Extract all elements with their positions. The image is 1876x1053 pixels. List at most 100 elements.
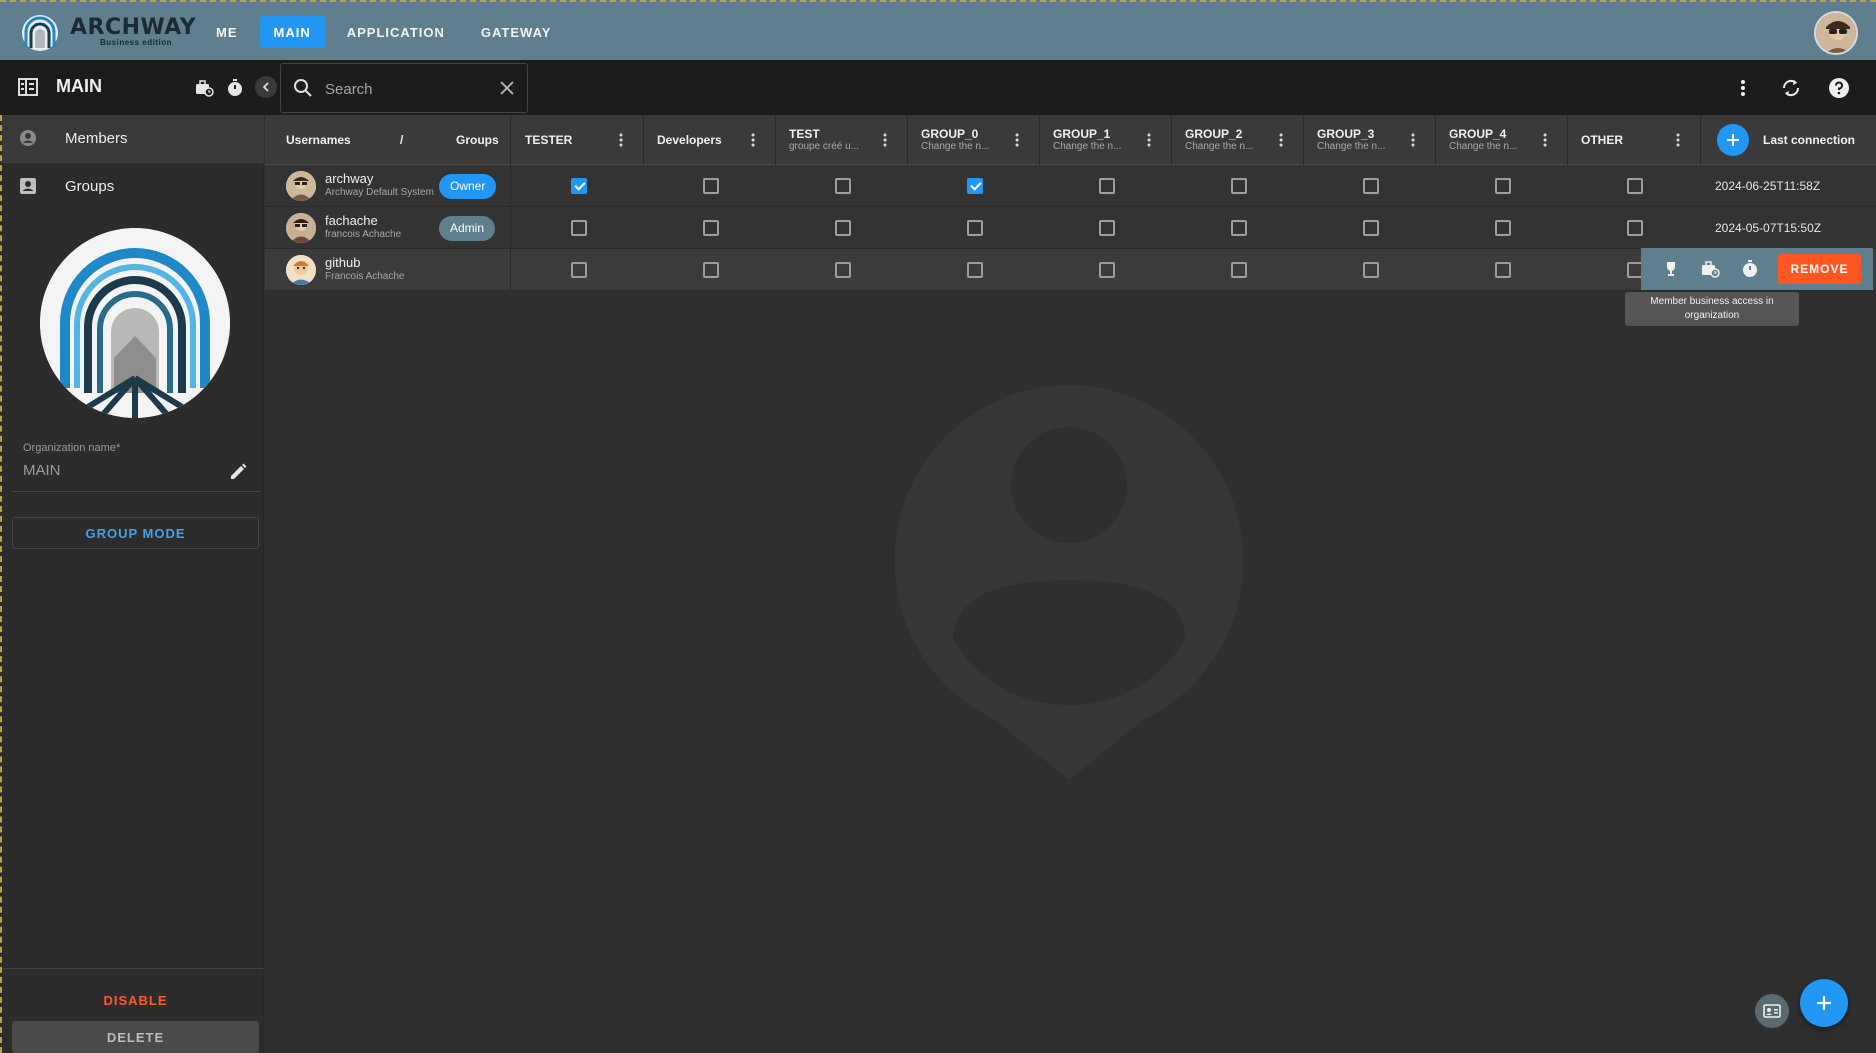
column-header-other[interactable]: OTHER	[1568, 115, 1701, 165]
tab-gateway[interactable]: GATEWAY	[467, 16, 566, 48]
membership-checkbox[interactable]	[1231, 262, 1247, 278]
column-menu-icon[interactable]	[877, 132, 893, 148]
business-access-icon[interactable]	[1700, 259, 1720, 279]
column-menu-icon[interactable]	[1009, 132, 1025, 148]
collapse-sidebar-button[interactable]	[255, 76, 277, 98]
column-menu-icon[interactable]	[745, 132, 761, 148]
tab-me[interactable]: ME	[202, 16, 252, 48]
member-cell: archway Archway Default System Owner	[265, 165, 511, 207]
membership-checkbox[interactable]	[703, 262, 719, 278]
column-menu-icon[interactable]	[1537, 132, 1553, 148]
table-row[interactable]: github Francois Achache	[265, 249, 1876, 291]
timer-icon[interactable]	[225, 78, 245, 98]
clear-search-icon[interactable]	[499, 80, 515, 96]
membership-checkbox[interactable]	[1231, 178, 1247, 194]
membership-checkbox[interactable]	[967, 220, 983, 236]
group-mode-button[interactable]: GROUP MODE	[12, 517, 259, 549]
search-input[interactable]	[325, 78, 495, 100]
table-row[interactable]: fachache francois Achache Admin 2024-05-…	[265, 207, 1876, 249]
column-header-group-4[interactable]: GROUP_4 Change the n...	[1436, 115, 1568, 165]
add-group-button[interactable]	[1717, 124, 1749, 156]
column-header-groups: Groups	[456, 133, 499, 147]
brand: ARCHWAY Business edition	[70, 15, 197, 48]
column-header-developers[interactable]: Developers	[644, 115, 776, 165]
membership-checkbox[interactable]	[835, 178, 851, 194]
column-header-group-1[interactable]: GROUP_1 Change the n...	[1040, 115, 1172, 165]
sidebar-item-members[interactable]: Members	[2, 115, 264, 163]
membership-checkbox[interactable]	[703, 220, 719, 236]
role-badge-owner[interactable]: Owner	[439, 174, 497, 199]
membership-checkbox[interactable]	[1495, 220, 1511, 236]
column-header-tester[interactable]: TESTER	[512, 115, 644, 165]
sidebar: Members Groups Organization name* MAIN G…	[0, 115, 264, 1053]
sidebar-item-groups[interactable]: Groups	[2, 163, 264, 211]
column-menu-icon[interactable]	[1141, 132, 1157, 148]
membership-checkbox[interactable]	[967, 262, 983, 278]
disable-button[interactable]: DISABLE	[12, 985, 259, 1015]
search-icon	[293, 78, 313, 98]
archway-logo-icon[interactable]	[20, 14, 60, 52]
group-name: Developers	[657, 133, 722, 147]
member-username: fachache	[325, 213, 378, 228]
membership-checkbox[interactable]	[1495, 262, 1511, 278]
add-member-button[interactable]	[1800, 979, 1848, 1027]
tab-application[interactable]: APPLICATION	[333, 16, 459, 48]
tab-main[interactable]: MAIN	[259, 16, 325, 48]
main-nav: ME MAIN APPLICATION GATEWAY	[202, 16, 565, 48]
organization-logo[interactable]	[40, 228, 230, 418]
column-header-test[interactable]: TEST groupe créé u...	[776, 115, 908, 165]
member-description: Archway Default System	[325, 187, 434, 198]
page-title: MAIN	[56, 76, 102, 96]
user-avatar[interactable]	[1814, 11, 1858, 55]
membership-checkbox[interactable]	[571, 220, 587, 236]
column-header-last-connection: Last connection	[1763, 133, 1856, 147]
avatar	[286, 213, 316, 243]
timer-icon[interactable]	[1740, 259, 1760, 279]
column-header-group-2[interactable]: GROUP_2 Change the n...	[1172, 115, 1304, 165]
membership-checkbox[interactable]	[1099, 178, 1115, 194]
trophy-icon[interactable]	[1661, 259, 1681, 279]
membership-checkbox[interactable]	[1231, 220, 1247, 236]
domain-icon	[18, 78, 38, 96]
column-menu-icon[interactable]	[1273, 132, 1289, 148]
group-description: Change the n...	[1449, 141, 1518, 152]
membership-checkbox[interactable]	[1363, 220, 1379, 236]
column-header-separator: /	[400, 133, 404, 147]
membership-checkbox[interactable]	[835, 262, 851, 278]
group-name: GROUP_1	[1053, 127, 1111, 141]
membership-checkbox[interactable]	[1627, 178, 1643, 194]
column-header-group-3[interactable]: GROUP_3 Change the n...	[1304, 115, 1436, 165]
membership-checkbox[interactable]	[1363, 178, 1379, 194]
column-menu-icon[interactable]	[1405, 132, 1421, 148]
more-vert-icon[interactable]	[1730, 75, 1756, 101]
help-icon[interactable]	[1826, 75, 1852, 101]
membership-checkbox[interactable]	[835, 220, 851, 236]
brand-name: ARCHWAY	[70, 15, 197, 40]
delete-button[interactable]: DELETE	[12, 1021, 259, 1053]
membership-checkbox[interactable]	[967, 178, 983, 194]
edit-icon[interactable]	[228, 462, 248, 482]
membership-checkbox[interactable]	[1495, 178, 1511, 194]
membership-checkbox[interactable]	[571, 178, 587, 194]
membership-checkbox[interactable]	[1627, 220, 1643, 236]
contact-card-button[interactable]	[1755, 994, 1789, 1028]
refresh-icon[interactable]	[1778, 75, 1804, 101]
business-access-icon[interactable]	[194, 78, 214, 98]
member-username: archway	[325, 171, 374, 186]
empty-profile-watermark-icon	[893, 385, 1245, 780]
remove-member-button[interactable]: REMOVE	[1778, 254, 1861, 284]
membership-checkbox[interactable]	[1099, 220, 1115, 236]
sidebar-item-label: Members	[65, 130, 128, 147]
membership-checkbox[interactable]	[1363, 262, 1379, 278]
column-menu-icon[interactable]	[1670, 132, 1686, 148]
table-row[interactable]: archway Archway Default System Owner 202…	[265, 165, 1876, 207]
membership-checkbox[interactable]	[1099, 262, 1115, 278]
member-cell: github Francois Achache	[265, 249, 511, 291]
membership-checkbox[interactable]	[703, 178, 719, 194]
org-header: MAIN	[0, 60, 264, 115]
column-header-group-0[interactable]: GROUP_0 Change the n...	[908, 115, 1040, 165]
role-badge-admin[interactable]: Admin	[439, 216, 496, 241]
search-field	[280, 63, 528, 113]
column-menu-icon[interactable]	[613, 132, 629, 148]
membership-checkbox[interactable]	[571, 262, 587, 278]
